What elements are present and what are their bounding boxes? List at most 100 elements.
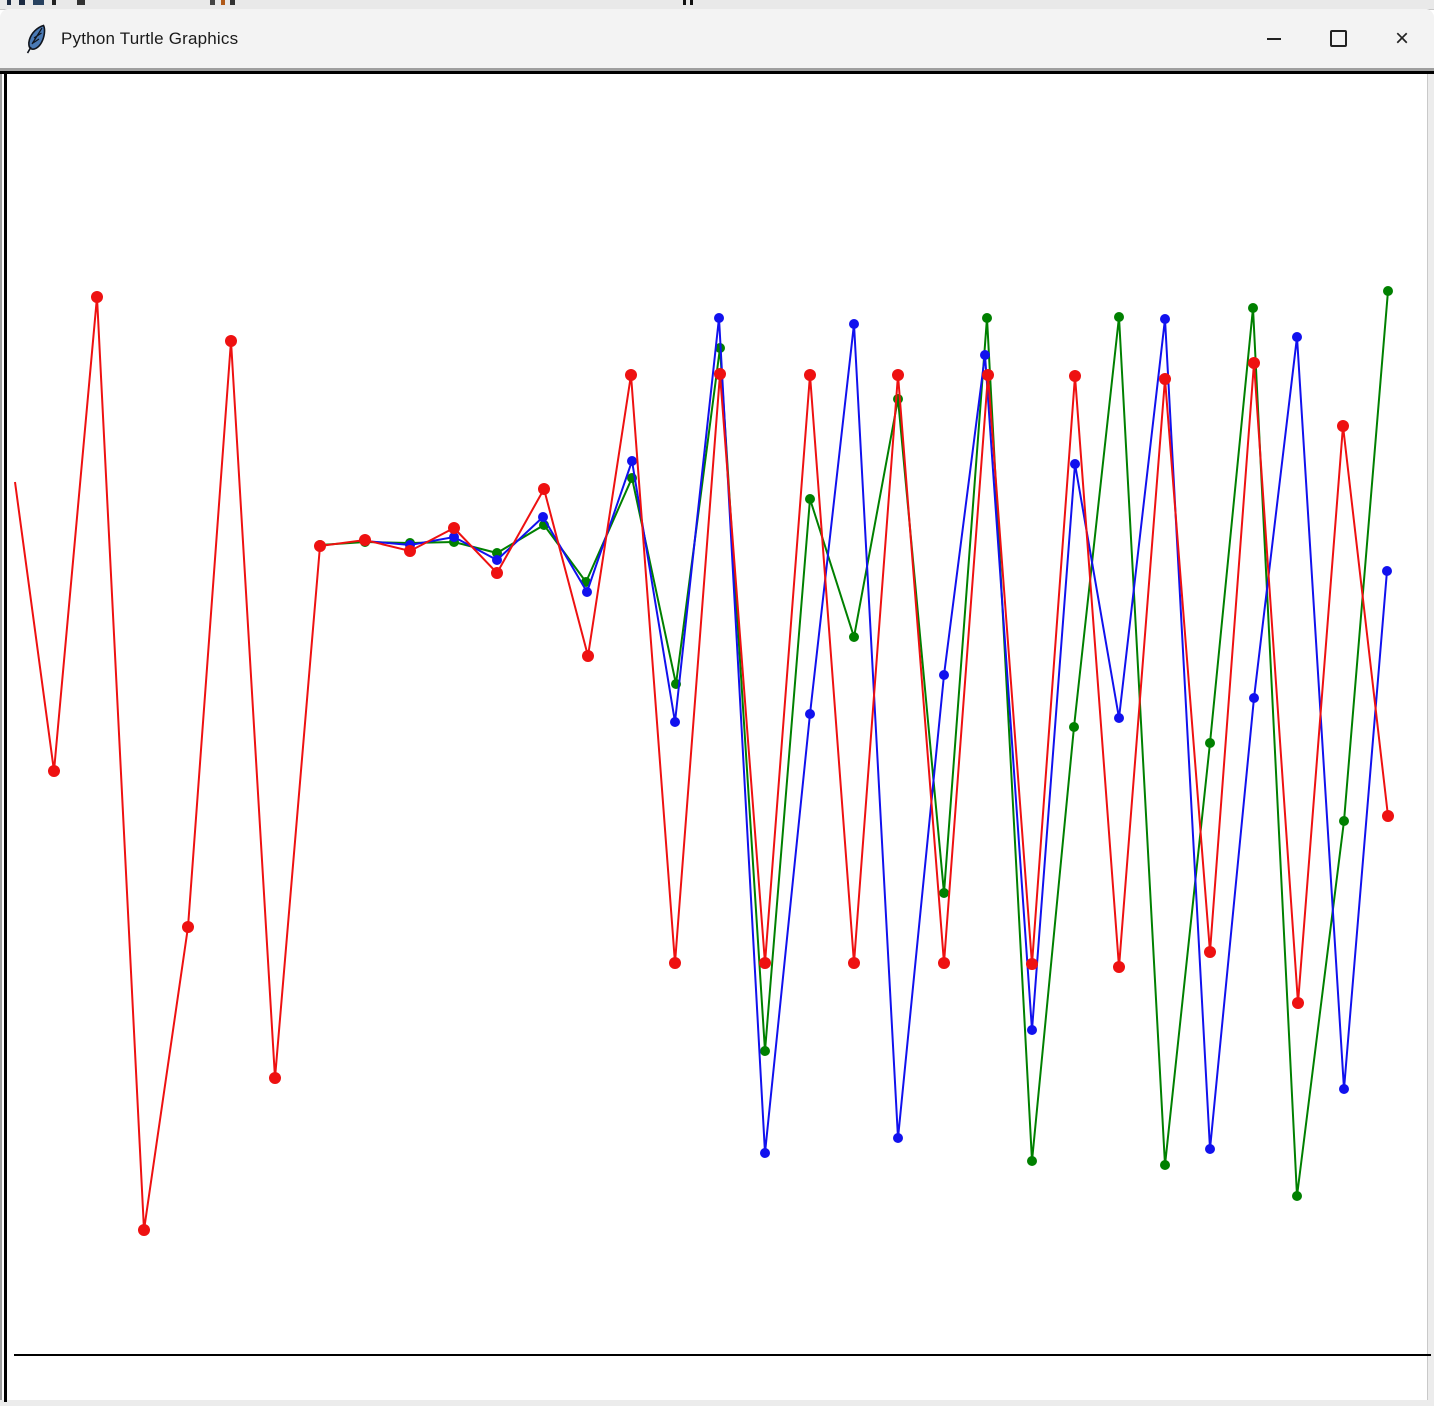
series-dot-red [182, 921, 194, 933]
series-dot-green [982, 313, 992, 323]
background-window-mark [221, 0, 225, 5]
series-dot-green [315, 540, 325, 550]
series-line-green [319, 290, 1389, 1197]
series-dot-green [715, 343, 725, 353]
series-dot-red [582, 650, 594, 662]
series-dot-red [938, 957, 950, 969]
series-dot-blue [805, 709, 815, 719]
background-window-mark [683, 0, 686, 5]
series-dot-red [1159, 373, 1171, 385]
series-dot-green [939, 888, 949, 898]
series-dot-red [759, 957, 771, 969]
series-dot-green [492, 548, 502, 558]
series-dot-red [1248, 357, 1260, 369]
close-button[interactable]: × [1370, 9, 1434, 68]
series-dot-green [405, 538, 415, 548]
series-dot-blue [405, 540, 415, 550]
series-dot-blue [538, 512, 548, 522]
series-dot-green [1339, 816, 1349, 826]
turtle-canvas [7, 74, 1431, 1400]
series-dot-blue [760, 1148, 770, 1158]
background-window-mark [7, 0, 11, 5]
series-dot-red [491, 567, 503, 579]
series-dot-green [1205, 738, 1215, 748]
series-dot-green [760, 1046, 770, 1056]
series-dot-blue [1160, 314, 1170, 324]
series-dot-red [669, 957, 681, 969]
series-dot-green [1292, 1191, 1302, 1201]
series-line-blue [364, 317, 1388, 1154]
window-title: Python Turtle Graphics [61, 28, 239, 48]
series-dot-green [1160, 1160, 1170, 1170]
series-dot-red [1337, 420, 1349, 432]
series-dot-blue [360, 536, 370, 546]
series-dot-blue [582, 587, 592, 597]
series-dot-green [671, 679, 681, 689]
background-window-mark [33, 0, 44, 5]
series-dot-green [581, 577, 591, 587]
series-dot-green [1069, 722, 1079, 732]
series-dot-red [848, 957, 860, 969]
series-dot-green [1383, 286, 1393, 296]
series-dot-red [1204, 946, 1216, 958]
series-dot-red [625, 369, 637, 381]
series-dot-blue [1292, 332, 1302, 342]
series-dot-blue [980, 350, 990, 360]
series-dot-green [539, 520, 549, 530]
series-dot-blue [1114, 713, 1124, 723]
series-dot-red [1382, 810, 1394, 822]
series-dot-blue [1339, 1084, 1349, 1094]
series-dot-blue [714, 313, 724, 323]
background-window-mark [690, 0, 693, 5]
canvas-border-stub [4, 1400, 7, 1402]
python-feather-icon [26, 24, 46, 53]
maximize-icon [1329, 30, 1347, 47]
series-dot-red [91, 291, 103, 303]
series-dot-green [627, 473, 637, 483]
series-dot-red [138, 1224, 150, 1236]
series-dot-red [1026, 958, 1038, 970]
series-dot-green [449, 537, 459, 547]
background-window-mark [210, 0, 215, 5]
series-dot-red [448, 522, 460, 534]
series-dot-red [225, 335, 237, 347]
background-window-mark [77, 0, 85, 5]
series-dot-red [269, 1072, 281, 1084]
titlebar[interactable]: Python Turtle Graphics × [0, 9, 1434, 68]
series-dot-blue [492, 555, 502, 565]
series-dot-blue [849, 319, 859, 329]
series-dot-blue [1205, 1144, 1215, 1154]
series-dot-red [48, 765, 60, 777]
series-dot-blue [627, 456, 637, 466]
series-dot-blue [939, 670, 949, 680]
series-dot-green [849, 632, 859, 642]
background-window-mark [52, 0, 56, 5]
series-dot-blue [1249, 693, 1259, 703]
minimize-button[interactable] [1242, 9, 1306, 68]
series-dot-blue [670, 717, 680, 727]
turtle-graphics-window: Python Turtle Graphics × [0, 9, 1434, 1406]
series-dot-red [982, 369, 994, 381]
window-right-edge [1428, 74, 1434, 1400]
series-dot-blue [449, 532, 459, 542]
series-line-red [14, 296, 1389, 1231]
window-bottom-edge [0, 1400, 1434, 1406]
background-window-mark [19, 0, 25, 5]
series-dot-green [893, 394, 903, 404]
series-dot-red [359, 534, 371, 546]
series-dot-blue [1070, 459, 1080, 469]
series-dot-red [1069, 370, 1081, 382]
series-dot-red [714, 368, 726, 380]
close-icon: × [1394, 24, 1409, 52]
series-dot-blue [893, 1133, 903, 1143]
series-dot-red [1292, 997, 1304, 1009]
minimize-icon [1267, 37, 1281, 40]
series-dot-green [805, 494, 815, 504]
background-window-mark [230, 0, 235, 5]
turtle-drawing [14, 286, 1431, 1356]
series-dot-red [404, 545, 416, 557]
series-dot-red [892, 369, 904, 381]
series-dot-green [360, 537, 370, 547]
series-dot-green [1114, 312, 1124, 322]
maximize-button[interactable] [1306, 9, 1370, 68]
